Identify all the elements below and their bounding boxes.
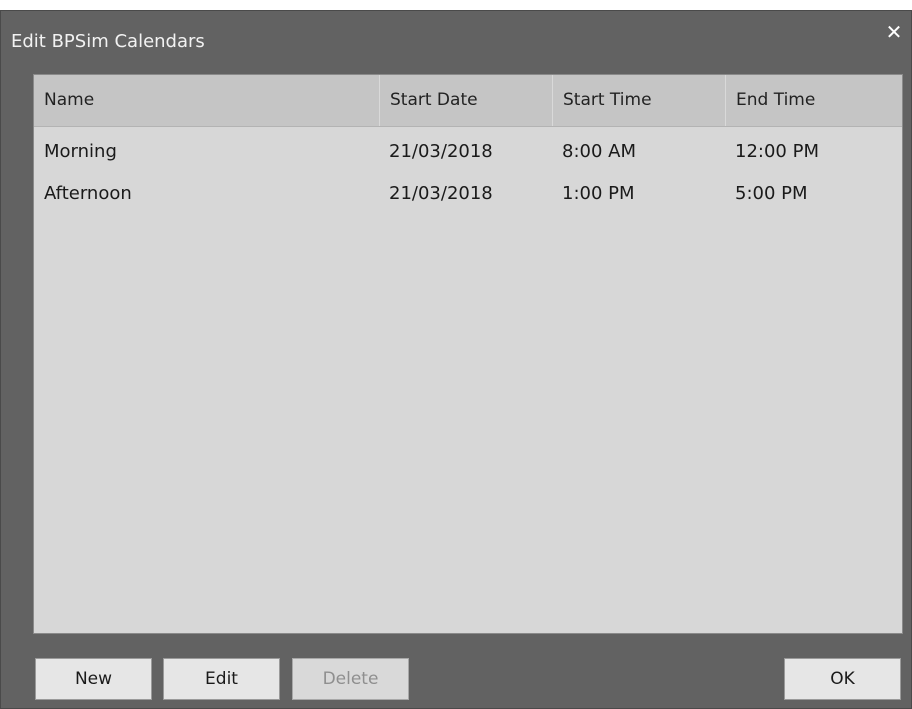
column-header-end-time[interactable]: End Time <box>725 75 902 126</box>
table-row[interactable]: Afternoon 21/03/2018 1:00 PM 5:00 PM <box>34 173 902 215</box>
list-rows: Morning 21/03/2018 8:00 AM 12:00 PM Afte… <box>34 131 902 215</box>
cell-end-time: 5:00 PM <box>735 183 808 204</box>
cell-name: Afternoon <box>44 183 132 204</box>
column-header-start-date[interactable]: Start Date <box>379 75 552 126</box>
new-button[interactable]: New <box>35 658 152 700</box>
title-bar[interactable]: Edit BPSim Calendars ✕ <box>1 11 911 61</box>
table-row[interactable]: Morning 21/03/2018 8:00 AM 12:00 PM <box>34 131 902 173</box>
cell-name: Morning <box>44 141 117 162</box>
dialog-title: Edit BPSim Calendars <box>11 31 205 52</box>
calendar-list[interactable]: Name Start Date Start Time End Time Morn… <box>33 74 903 634</box>
column-header-start-time[interactable]: Start Time <box>552 75 725 126</box>
list-header: Name Start Date Start Time End Time <box>34 75 902 127</box>
cell-start-time: 1:00 PM <box>562 183 635 204</box>
cell-start-date: 21/03/2018 <box>389 141 493 162</box>
edit-bpsim-calendars-dialog: Edit BPSim Calendars ✕ Name Start Date S… <box>0 10 912 709</box>
ok-button[interactable]: OK <box>784 658 901 700</box>
cell-end-time: 12:00 PM <box>735 141 819 162</box>
cell-start-date: 21/03/2018 <box>389 183 493 204</box>
close-icon[interactable]: ✕ <box>883 21 905 43</box>
column-header-name[interactable]: Name <box>34 75 379 126</box>
cell-start-time: 8:00 AM <box>562 141 636 162</box>
edit-button[interactable]: Edit <box>163 658 280 700</box>
delete-button: Delete <box>292 658 409 700</box>
